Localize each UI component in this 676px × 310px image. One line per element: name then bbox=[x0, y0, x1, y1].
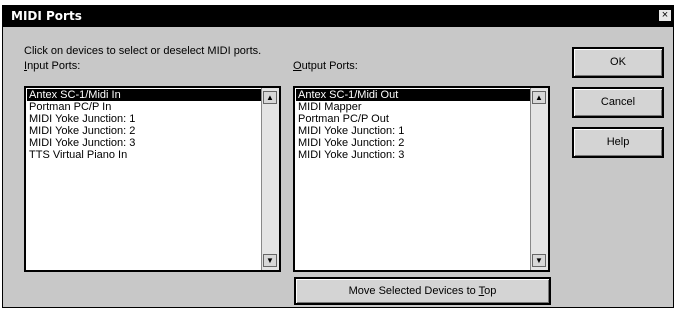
output-port-item[interactable]: MIDI Mapper bbox=[296, 101, 530, 113]
input-ports-label-rest: nput Ports: bbox=[27, 60, 81, 72]
scroll-down-icon[interactable]: ▼ bbox=[532, 254, 546, 267]
input-port-item[interactable]: Portman PC/P In bbox=[27, 101, 261, 113]
output-ports-label-rest: utput Ports: bbox=[301, 60, 358, 72]
output-port-item[interactable]: MIDI Yoke Junction: 2 bbox=[296, 137, 530, 149]
output-port-item[interactable]: MIDI Yoke Junction: 1 bbox=[296, 125, 530, 137]
cancel-button[interactable]: Cancel bbox=[572, 87, 664, 118]
input-port-item[interactable]: MIDI Yoke Junction: 1 bbox=[27, 113, 261, 125]
title-bar[interactable]: MIDI Ports × bbox=[3, 6, 673, 27]
instructions-text: Click on devices to select or deselect M… bbox=[24, 45, 262, 57]
output-port-item[interactable]: Portman PC/P Out bbox=[296, 113, 530, 125]
scroll-down-icon[interactable]: ▼ bbox=[263, 254, 277, 267]
midi-ports-dialog: MIDI Ports × Click on devices to select … bbox=[2, 5, 674, 308]
help-button[interactable]: Help bbox=[572, 127, 664, 158]
input-ports-items: Antex SC-1/Midi In Portman PC/P In MIDI Yo… bbox=[27, 89, 261, 269]
move-to-top-button[interactable]: Move Selected Devices to Top bbox=[294, 277, 551, 305]
input-ports-listbox[interactable]: Antex SC-1/Midi In Portman PC/P In MIDI Yo… bbox=[24, 86, 281, 272]
input-port-item[interactable]: MIDI Yoke Junction: 3 bbox=[27, 137, 261, 149]
input-ports-scrollbar[interactable]: ▲ ▼ bbox=[261, 88, 279, 270]
input-ports-label: Input Ports: bbox=[24, 60, 80, 72]
output-port-item[interactable]: MIDI Yoke Junction: 3 bbox=[296, 149, 530, 161]
output-port-item[interactable]: Antex SC-1/Midi Out bbox=[296, 89, 530, 101]
ok-button[interactable]: OK bbox=[572, 47, 664, 78]
output-ports-label-accel: O bbox=[293, 60, 302, 72]
output-ports-listbox[interactable]: Antex SC-1/Midi Out MIDI Mapper Portman PC… bbox=[293, 86, 550, 272]
input-port-item[interactable]: Antex SC-1/Midi In bbox=[27, 89, 261, 101]
close-icon[interactable]: × bbox=[658, 9, 672, 22]
output-ports-items: Antex SC-1/Midi Out MIDI Mapper Portman PC… bbox=[296, 89, 530, 269]
output-ports-label: Output Ports: bbox=[293, 60, 358, 72]
scroll-up-icon[interactable]: ▲ bbox=[263, 91, 277, 104]
move-to-top-suffix: op bbox=[484, 285, 497, 297]
output-ports-scrollbar[interactable]: ▲ ▼ bbox=[530, 88, 548, 270]
move-to-top-label: Move Selected Devices to bbox=[348, 285, 479, 297]
window-title: MIDI Ports bbox=[11, 9, 82, 23]
input-port-item[interactable]: TTS Virtual Piano In bbox=[27, 149, 261, 161]
scroll-up-icon[interactable]: ▲ bbox=[532, 91, 546, 104]
input-port-item[interactable]: MIDI Yoke Junction: 2 bbox=[27, 125, 261, 137]
